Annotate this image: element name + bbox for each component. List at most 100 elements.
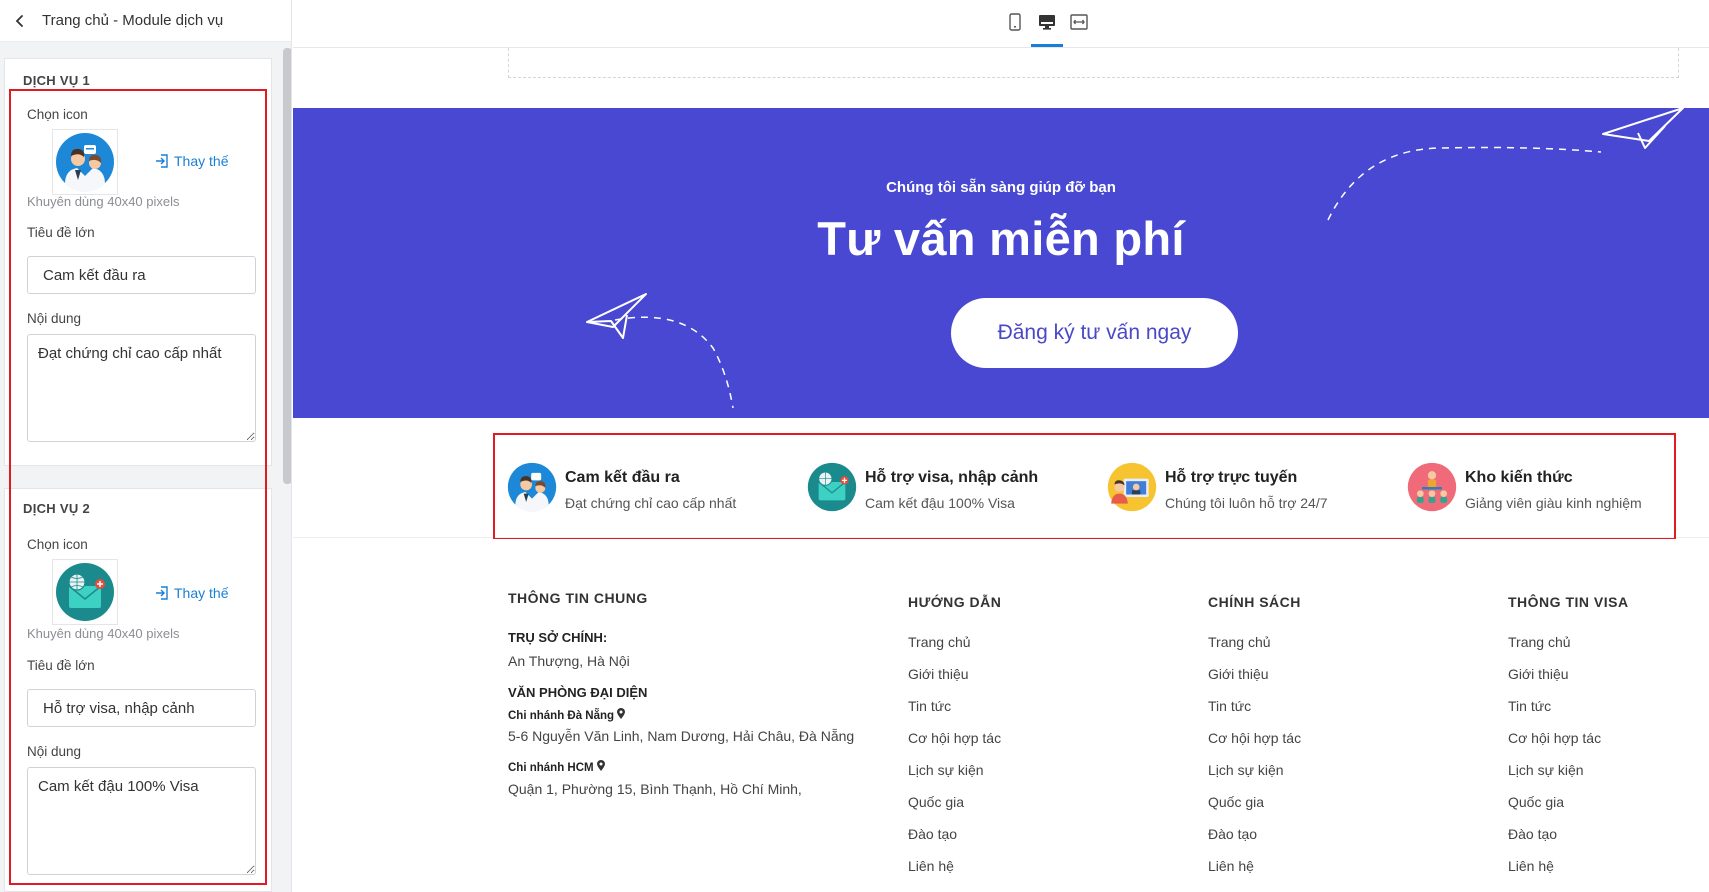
service-title-input[interactable] (27, 256, 256, 294)
footer-link[interactable]: Giới thiệu (1208, 665, 1301, 697)
consultant-icon (56, 133, 114, 192)
footer-link[interactable]: Lịch sự kiện (1508, 761, 1601, 793)
service-title: Kho kiến thức (1465, 469, 1573, 486)
footer-guide-links: Trang chủ Giới thiệu Tin tức Cơ hội hợp … (908, 633, 1001, 889)
footer-link[interactable]: Quốc gia (1208, 793, 1301, 825)
footer-link[interactable]: Quốc gia (908, 793, 1001, 825)
chevron-left-icon (15, 14, 23, 27)
footer-link[interactable]: Cơ hội hợp tác (1208, 729, 1301, 761)
service-title-input[interactable] (27, 689, 256, 727)
footer-link[interactable]: Đào tạo (1508, 825, 1601, 857)
icon-preview[interactable] (52, 129, 118, 195)
service-card-1: DỊCH VỤ 1 Chọn icon Thay thế Khuyên dùng… (4, 58, 272, 466)
mobile-icon (1009, 13, 1021, 31)
service-heading: DỊCH VỤ 2 (23, 501, 90, 516)
service-desc: Chúng tôi luôn hỗ trợ 24/7 (1165, 495, 1328, 511)
service-item[interactable]: Kho kiến thức Giảng viên giàu kinh nghiệ… (1407, 462, 1642, 512)
desktop-icon (1039, 15, 1055, 30)
footer-link[interactable]: Giới thiệu (908, 665, 1001, 697)
service-item[interactable]: Hỗ trợ trực tuyến Chúng tôi luôn hỗ trợ … (1107, 462, 1328, 512)
services-strip: Cam kết đầu ra Đạt chứng chỉ cao cấp nhấ… (293, 418, 1709, 538)
footer-link[interactable]: Cơ hội hợp tác (908, 729, 1001, 761)
content-label: Nội dung (27, 744, 82, 759)
footer-link[interactable]: Trang chủ (1208, 633, 1301, 665)
replace-icon-button[interactable]: Thay thế (155, 585, 228, 601)
service-content-textarea[interactable]: Cam kết đậu 100% Visa (27, 767, 256, 875)
register-consult-button[interactable]: Đăng ký tư vấn ngay (951, 298, 1238, 368)
footer-link[interactable]: Tin tức (908, 697, 1001, 729)
footer-link[interactable]: Tin tức (1508, 697, 1601, 729)
sidebar-scrollbar-thumb[interactable] (283, 48, 291, 484)
branch-danang-label: Chi nhánh Đà Nẵng (508, 708, 626, 722)
footer-visa-heading: THÔNG TIN VISA (1508, 594, 1629, 610)
service-desc: Giảng viên giàu kinh nghiệm (1465, 495, 1642, 511)
hq-address: An Thượng, Hà Nội (508, 653, 630, 669)
service-title: Hỗ trợ trực tuyến (1165, 469, 1298, 486)
replace-icon (156, 154, 168, 168)
footer-link[interactable]: Đào tạo (908, 825, 1001, 857)
empty-section-placeholder[interactable] (508, 48, 1679, 78)
footer-link[interactable]: Liên hệ (1208, 857, 1301, 889)
footer-link[interactable]: Liên hệ (1508, 857, 1601, 889)
consultant-icon (507, 462, 557, 512)
branch-hcm-address: Quận 1, Phường 15, Bình Thạnh, Hồ Chí Mi… (508, 781, 802, 797)
branch-danang-text: Chi nhánh Đà Nẵng (508, 710, 615, 722)
service-item[interactable]: Cam kết đầu ra Đạt chứng chỉ cao cấp nhấ… (507, 462, 736, 512)
online-support-icon (1107, 462, 1157, 512)
service-title: Cam kết đầu ra (565, 469, 680, 486)
footer-link[interactable]: Quốc gia (1508, 793, 1601, 825)
branch-hcm-text: Chi nhánh HCM (508, 762, 594, 774)
footer-link[interactable]: Lịch sự kiện (908, 761, 1001, 793)
footer-guide-heading: HƯỚNG DẪN (908, 594, 1002, 610)
replace-icon (156, 586, 168, 600)
back-button[interactable] (6, 7, 34, 35)
title-label: Tiêu đề lớn (27, 658, 95, 673)
replace-label: Thay thế (174, 585, 229, 601)
footer-policy-links: Trang chủ Giới thiệu Tin tức Cơ hội hợp … (1208, 633, 1301, 889)
replace-icon-button[interactable]: Thay thế (155, 153, 228, 169)
rep-office-label: VĂN PHÒNG ĐẠI DIỆN (508, 685, 648, 700)
service-heading: DỊCH VỤ 1 (23, 73, 90, 88)
active-device-indicator (1031, 44, 1063, 47)
footer-link[interactable]: Lịch sự kiện (1208, 761, 1301, 793)
device-mobile-button[interactable] (1003, 10, 1027, 34)
icon-label: Chọn icon (27, 107, 88, 122)
map-pin-icon (596, 760, 605, 771)
footer-policy-heading: CHÍNH SÁCH (1208, 594, 1301, 610)
service-desc: Đạt chứng chỉ cao cấp nhất (565, 495, 737, 511)
knowledge-icon (1407, 462, 1457, 512)
sidebar-title: Trang chủ - Module dịch vụ (42, 12, 224, 29)
branch-danang-address: 5-6 Nguyễn Văn Linh, Nam Dương, Hải Châu… (508, 728, 855, 744)
footer: THÔNG TIN CHUNG TRỤ SỞ CHÍNH: An Thượng,… (293, 539, 1709, 892)
footer-link[interactable]: Tin tức (1208, 697, 1301, 729)
service-title: Hỗ trợ visa, nhập cảnh (865, 469, 1039, 486)
device-fullwidth-button[interactable] (1067, 10, 1091, 34)
map-pin-icon (617, 708, 626, 719)
footer-info-heading: THÔNG TIN CHUNG (508, 590, 648, 606)
service-item[interactable]: Hỗ trợ visa, nhập cảnh Cam kết đậu 100% … (807, 462, 1038, 512)
footer-link[interactable]: Giới thiệu (1508, 665, 1601, 697)
icon-label: Chọn icon (27, 537, 88, 552)
hero-banner: Chúng tôi sẵn sàng giúp đỡ bạn Tư vấn mi… (293, 108, 1709, 418)
footer-link[interactable]: Đào tạo (1208, 825, 1301, 857)
footer-link[interactable]: Liên hệ (908, 857, 1001, 889)
icon-preview[interactable] (52, 559, 118, 625)
footer-visa-links: Trang chủ Giới thiệu Tin tức Cơ hội hợp … (1508, 633, 1601, 889)
hero-title: Tư vấn miễn phí (817, 212, 1185, 265)
device-desktop-button[interactable] (1035, 10, 1059, 34)
content-label: Nội dung (27, 311, 82, 326)
sidebar-header: Trang chủ - Module dịch vụ (0, 0, 291, 42)
service-card-2: DỊCH VỤ 2 Chọn icon Thay thế Khuyên dùng… (4, 488, 272, 892)
visa-mail-icon (56, 563, 114, 621)
service-content-textarea[interactable]: Đạt chứng chỉ cao cấp nhất (27, 334, 256, 442)
visa-mail-icon (807, 462, 857, 512)
title-label: Tiêu đề lớn (27, 225, 95, 240)
footer-link[interactable]: Cơ hội hợp tác (1508, 729, 1601, 761)
hero-subtitle: Chúng tôi sẵn sàng giúp đỡ bạn (886, 179, 1116, 196)
icon-size-hint: Khuyên dùng 40x40 pixels (27, 626, 180, 641)
icon-size-hint: Khuyên dùng 40x40 pixels (27, 194, 180, 209)
device-toolbar (293, 0, 1709, 48)
footer-link[interactable]: Trang chủ (1508, 633, 1601, 665)
replace-label: Thay thế (174, 153, 229, 169)
footer-link[interactable]: Trang chủ (908, 633, 1001, 665)
